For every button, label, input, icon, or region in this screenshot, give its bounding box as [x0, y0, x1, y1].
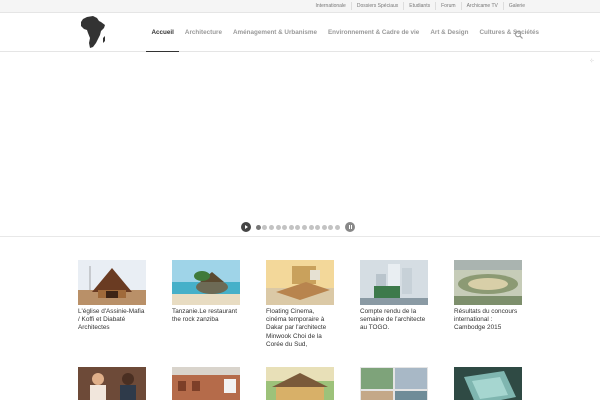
nav-architecture[interactable]: Architecture: [179, 13, 227, 52]
slider-dot[interactable]: [275, 224, 281, 230]
nav-amenagement-urbanisme[interactable]: Aménagement & Urbanisme: [228, 13, 323, 52]
article-thumbnail-church[interactable]: [78, 260, 146, 305]
article-thumbnail-rock-restaurant[interactable]: [172, 260, 240, 305]
article-thumbnail-people[interactable]: [78, 367, 146, 400]
article-card[interactable]: [78, 367, 146, 400]
hero-slider: ⊹: [0, 52, 600, 237]
slider-corner-icon: ⊹: [589, 58, 594, 64]
article-title[interactable]: Tanzanie.Le restaurant the rock zanziba: [172, 308, 240, 324]
africa-map-icon: [81, 16, 105, 48]
article-thumbnail-togo-event[interactable]: [360, 260, 428, 305]
article-card[interactable]: [266, 367, 334, 400]
pause-icon[interactable]: [344, 222, 355, 232]
top-link-dossiers-speciaux[interactable]: Dossiers Spéciaux: [350, 2, 403, 10]
play-icon[interactable]: [241, 222, 251, 232]
slider-dot[interactable]: [262, 224, 268, 230]
nav-cultures-societes[interactable]: Cultures & Sociétés: [474, 13, 545, 52]
article-thumbnail-modern-house[interactable]: [266, 367, 334, 400]
article-title[interactable]: Résultats du concours international : Ca…: [454, 308, 522, 333]
article-card[interactable]: [454, 367, 522, 400]
article-card[interactable]: L'église d'Assinie-Mafia / Koffi et Diab…: [78, 260, 146, 333]
slider-dot[interactable]: [255, 224, 261, 230]
slider-dot[interactable]: [268, 224, 274, 230]
slider-dot[interactable]: [315, 224, 321, 230]
main-nav: Accueil Architecture Aménagement & Urban…: [146, 13, 545, 53]
nav-accueil[interactable]: Accueil: [146, 13, 180, 53]
slider-dot[interactable]: [308, 224, 314, 230]
article-card[interactable]: Floating Cinema, cinéma temporaire à Dak…: [266, 260, 334, 349]
nav-art-design[interactable]: Art & Design: [425, 13, 474, 52]
slider-controls: [241, 222, 355, 232]
africa-logo[interactable]: [80, 16, 106, 49]
slider-dot[interactable]: [295, 224, 301, 230]
article-card[interactable]: Résultats du concours international : Ca…: [454, 260, 522, 333]
article-thumbnail-floating-cinema[interactable]: [266, 260, 334, 305]
slider-dots: [255, 224, 341, 230]
article-card[interactable]: Compte rendu de la semaine de l'architec…: [360, 260, 428, 333]
article-card[interactable]: Tanzanie.Le restaurant the rock zanziba: [172, 260, 240, 324]
article-card[interactable]: [360, 367, 428, 400]
article-title[interactable]: Compte rendu de la semaine de l'architec…: [360, 308, 428, 333]
top-link-forum[interactable]: Forum: [435, 2, 460, 10]
top-link-galerie[interactable]: Galerie: [502, 2, 530, 10]
slider-dot[interactable]: [301, 224, 307, 230]
slider-dot[interactable]: [321, 224, 327, 230]
top-link-archicame-tv[interactable]: Archicame TV: [460, 2, 503, 10]
search-icon[interactable]: [514, 27, 524, 39]
article-thumbnail-cambodge-competition[interactable]: [454, 260, 522, 305]
top-link-etudiants[interactable]: Etudiants: [403, 2, 435, 10]
top-utility-nav: Internationale Dossiers Spéciaux Etudian…: [311, 2, 530, 10]
article-thumbnail-brick-building[interactable]: [172, 367, 240, 400]
slider-dot[interactable]: [328, 224, 334, 230]
site-header: Accueil Architecture Aménagement & Urban…: [0, 13, 600, 53]
slider-dot[interactable]: [334, 224, 340, 230]
article-title[interactable]: L'église d'Assinie-Mafia / Koffi et Diab…: [78, 308, 146, 333]
article-card[interactable]: [172, 367, 240, 400]
article-title[interactable]: Floating Cinema, cinéma temporaire à Dak…: [266, 308, 334, 349]
article-thumbnail-photo-collage[interactable]: [360, 367, 428, 400]
slider-dot[interactable]: [282, 224, 288, 230]
top-utility-bar: Internationale Dossiers Spéciaux Etudian…: [0, 0, 600, 13]
nav-environnement-cadre-de-vie[interactable]: Environnement & Cadre de vie: [322, 13, 424, 52]
slider-dot[interactable]: [288, 224, 294, 230]
top-link-internationale[interactable]: Internationale: [311, 2, 351, 10]
article-thumbnail-aerial-glass[interactable]: [454, 367, 522, 400]
